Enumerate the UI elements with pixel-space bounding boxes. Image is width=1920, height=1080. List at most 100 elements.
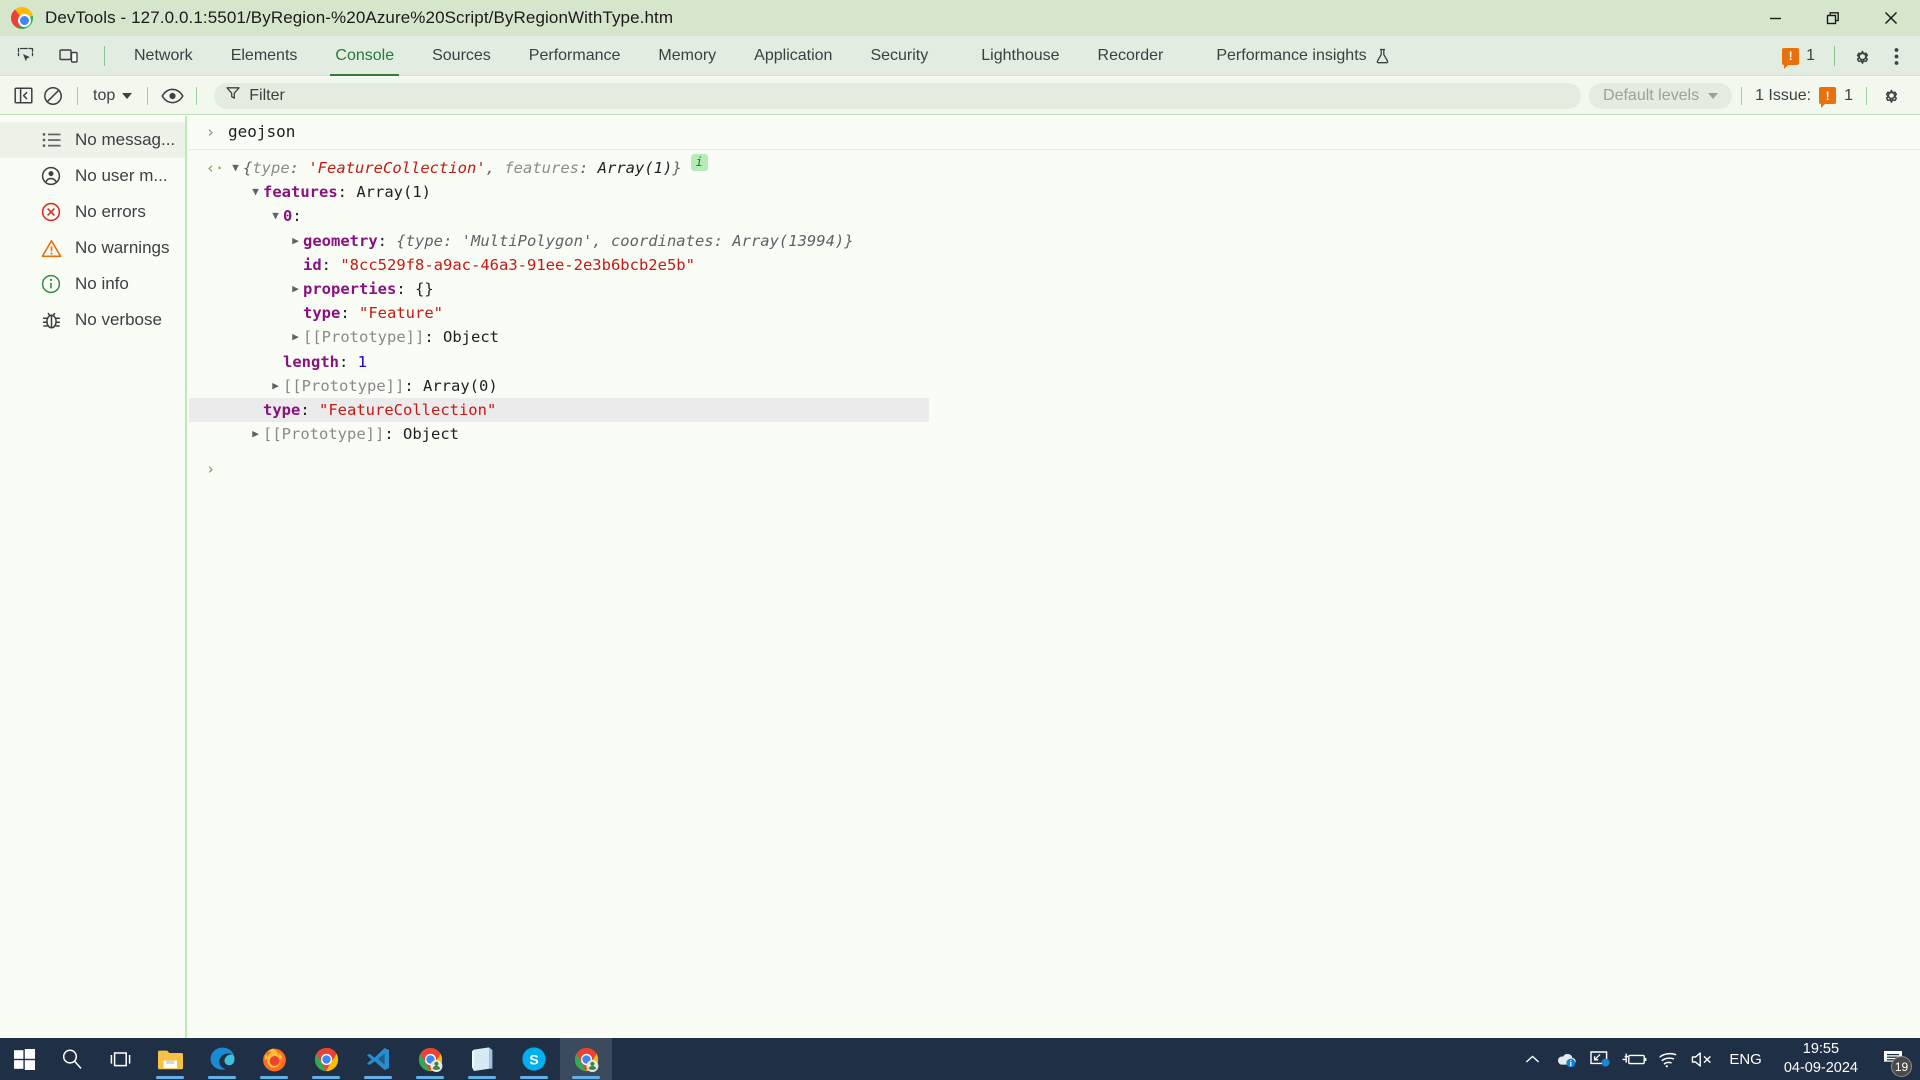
task-view-button[interactable]	[96, 1038, 144, 1080]
language-indicator[interactable]: ENG	[1719, 1051, 1772, 1068]
object-property-row[interactable]: ▶ [[Prototype]]: Object	[206, 422, 1920, 446]
sidebar-item-errors[interactable]: No errors	[0, 194, 185, 230]
search-button[interactable]	[48, 1038, 96, 1080]
notification-center-button[interactable]: 19	[1870, 1038, 1916, 1080]
tab-security[interactable]: Security	[851, 36, 947, 76]
preview-sep: :	[289, 159, 309, 177]
expand-triangle-icon[interactable]: ▶	[288, 229, 303, 253]
chevron-up-icon[interactable]	[1515, 1038, 1549, 1080]
tab-network[interactable]: Network	[115, 36, 212, 76]
expand-triangle-icon[interactable]: ▶	[268, 374, 283, 398]
expand-triangle-icon[interactable]: ▶	[288, 325, 303, 349]
log-levels-dropdown[interactable]: Default levels	[1589, 82, 1733, 109]
screen-share-icon[interactable]	[1583, 1038, 1617, 1080]
tab-label: Sources	[432, 46, 491, 64]
object-property-row[interactable]: ▼ 0:	[206, 204, 1920, 228]
notepad-button[interactable]	[456, 1038, 508, 1080]
vscode-button[interactable]	[352, 1038, 404, 1080]
sidebar-item-verbose[interactable]: No verbose	[0, 302, 185, 338]
sidebar-item-messages[interactable]: No messag...	[0, 122, 185, 158]
tab-bar-right-controls: ! 1	[1774, 36, 1920, 76]
expand-triangle-icon[interactable]: ▶	[248, 422, 263, 446]
tab-elements[interactable]: Elements	[212, 36, 317, 76]
tab-lighthouse[interactable]: Lighthouse	[947, 36, 1078, 76]
object-property-row[interactable]: ▼ features: Array(1)	[206, 180, 1920, 204]
tab-application[interactable]: Application	[735, 36, 851, 76]
edge-button[interactable]	[196, 1038, 248, 1080]
tab-bar-tools	[0, 42, 115, 70]
expand-triangle-icon[interactable]: ▼	[228, 156, 243, 180]
restore-button[interactable]	[1804, 0, 1862, 36]
key-colon: :	[292, 207, 302, 226]
divider	[147, 86, 149, 105]
tab-label: Performance insights	[1216, 46, 1367, 64]
minimize-button[interactable]	[1746, 0, 1804, 36]
clock[interactable]: 19:55 04-09-2024	[1772, 1040, 1870, 1078]
property-key: type	[263, 401, 301, 420]
clear-console-icon[interactable]	[38, 82, 68, 110]
console-sidebar: No messag... No user m... No errors No w…	[0, 116, 187, 1038]
console-output[interactable]: › geojson ‹· ▼ {type: 'FeatureCollection…	[189, 116, 1920, 1038]
collapse-triangle-icon[interactable]: ▼	[268, 204, 283, 228]
tab-console[interactable]: Console	[316, 36, 413, 76]
inspect-element-icon[interactable]	[10, 42, 42, 70]
battery-charging-icon[interactable]	[1617, 1038, 1651, 1080]
log-levels-label: Default levels	[1603, 86, 1700, 104]
result-header-row[interactable]: ‹· ▼ {type: 'FeatureCollection', feature…	[206, 154, 1920, 180]
chrome-devtools-button[interactable]	[560, 1038, 612, 1080]
console-filter-box[interactable]: Filter	[214, 82, 1582, 109]
clock-date: 04-09-2024	[1783, 1060, 1858, 1076]
three-dot-menu-icon[interactable]	[1880, 41, 1912, 71]
object-property-row[interactable]: ▶ [[Prototype]]: Array(0)	[206, 374, 1920, 398]
skype-button[interactable]: S	[508, 1038, 560, 1080]
user-icon	[40, 165, 62, 187]
property-value: Array(1)	[347, 183, 431, 202]
tab-performance-insights[interactable]: Performance insights	[1182, 36, 1408, 76]
property-key: 0	[283, 207, 293, 226]
object-property-row[interactable]: ▶ geometry: {type: 'MultiPolygon', coordi…	[206, 229, 1920, 253]
tab-label: Elements	[230, 46, 298, 64]
object-property-row[interactable]: length: 1	[206, 350, 1920, 374]
chrome-button[interactable]	[300, 1038, 352, 1080]
tab-memory[interactable]: Memory	[639, 36, 735, 76]
firefox-button[interactable]	[248, 1038, 300, 1080]
console-prompt-row[interactable]: ›	[189, 454, 1920, 484]
sidebar-panel-icon[interactable]	[8, 82, 38, 110]
sidebar-item-info[interactable]: No info	[0, 266, 185, 302]
start-button[interactable]	[0, 1038, 48, 1080]
gear-icon[interactable]	[1876, 82, 1906, 110]
wifi-icon[interactable]	[1651, 1038, 1685, 1080]
sidebar-item-warnings[interactable]: No warnings	[0, 230, 185, 266]
result-gutter-icon: ‹·	[206, 159, 225, 177]
chrome-profile-button[interactable]	[404, 1038, 456, 1080]
info-badge-icon[interactable]: i	[690, 154, 708, 171]
close-button[interactable]	[1862, 0, 1920, 36]
file-explorer-button[interactable]	[144, 1038, 196, 1080]
preview-key: features	[504, 159, 579, 177]
console-issues-indicator[interactable]: 1 Issue: ! 1	[1751, 87, 1857, 108]
volume-muted-icon[interactable]	[1685, 1038, 1719, 1080]
sidebar-item-user-messages[interactable]: No user m...	[0, 158, 185, 194]
object-property-row[interactable]: ▶ properties: {}	[206, 277, 1920, 301]
gear-icon[interactable]	[1846, 41, 1878, 71]
svg-text:S: S	[529, 1051, 538, 1067]
expand-triangle-icon[interactable]: ▶	[288, 277, 303, 301]
tab-sources[interactable]: Sources	[413, 36, 510, 76]
live-expression-eye-icon[interactable]	[157, 82, 187, 110]
object-property-row[interactable]: ▶ [[Prototype]]: Object	[206, 325, 1920, 349]
object-property-row[interactable]: type: "FeatureCollection"	[189, 398, 929, 423]
running-indicator	[520, 1076, 548, 1079]
object-property-row[interactable]: type: "Feature"	[206, 301, 1920, 325]
device-toolbar-icon[interactable]	[52, 42, 84, 70]
tab-performance[interactable]: Performance	[510, 36, 640, 76]
onedrive-icon[interactable]: i	[1549, 1038, 1583, 1080]
object-property-row[interactable]: id: "8cc529f8-a9ac-46a3-91ee-2e3b6bcb2e5…	[206, 253, 1920, 277]
tab-recorder[interactable]: Recorder	[1079, 36, 1183, 76]
key-colon: :	[404, 376, 414, 395]
issues-indicator[interactable]: ! 1	[1774, 47, 1823, 69]
tab-label: Memory	[658, 46, 717, 64]
execution-context-selector[interactable]: top	[87, 87, 138, 105]
collapse-triangle-icon[interactable]: ▼	[248, 180, 263, 204]
system-tray: i ENG 19:55 04-09-2024 19	[1515, 1038, 1920, 1080]
sidebar-item-label: No messag...	[75, 130, 176, 149]
